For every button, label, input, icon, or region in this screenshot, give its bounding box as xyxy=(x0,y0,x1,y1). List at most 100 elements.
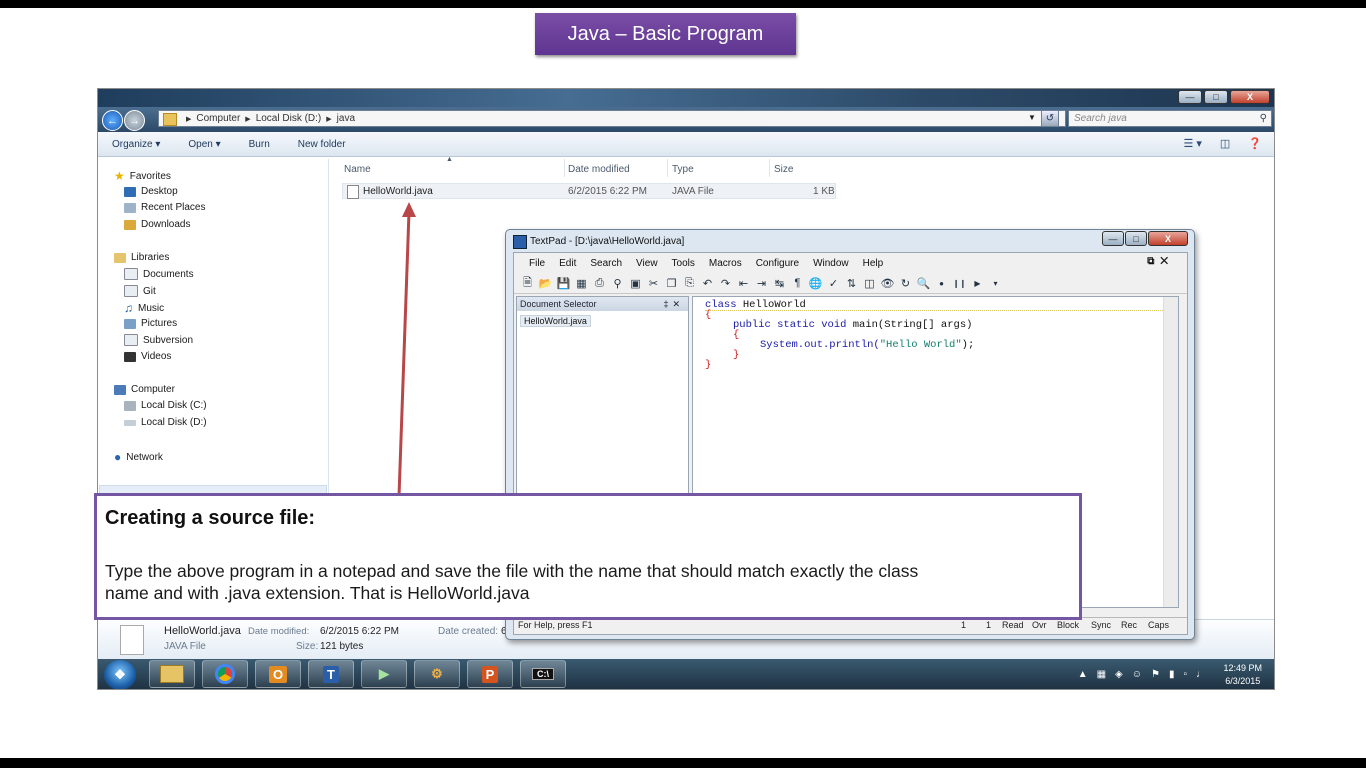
mdi-window-controls[interactable]: ⧉✕ xyxy=(1140,256,1181,267)
find-icon[interactable]: 👁 xyxy=(880,277,895,290)
signal-icon[interactable]: ▫ xyxy=(1183,669,1187,680)
cut-icon[interactable]: ✂ xyxy=(646,277,661,290)
replace-icon[interactable]: ↻ xyxy=(898,277,913,290)
command-prompt-taskbar-icon[interactable]: C:\ xyxy=(520,660,566,688)
minimize-button[interactable]: — xyxy=(1178,90,1202,104)
record-macro-icon[interactable]: ● xyxy=(934,279,949,288)
column-size[interactable]: Size xyxy=(774,164,793,175)
organize-button[interactable]: Organize ▾ xyxy=(98,139,174,150)
nav-network[interactable]: ● Network xyxy=(114,450,163,464)
menu-configure[interactable]: Configure xyxy=(749,258,806,269)
nav-favorites[interactable]: ★ Favorites xyxy=(114,169,171,183)
menu-macros[interactable]: Macros xyxy=(702,258,749,269)
compare-icon[interactable]: ◫ xyxy=(862,277,877,290)
redo-icon[interactable]: ↷ xyxy=(718,277,733,290)
paste-icon[interactable]: ⎘ xyxy=(682,277,697,290)
volume-muted-icon[interactable]: ♩ xyxy=(1196,669,1206,680)
new-folder-button[interactable]: New folder xyxy=(284,139,360,150)
preview-pane-icon[interactable]: ◫ xyxy=(1220,137,1230,150)
settings-taskbar-icon[interactable]: ⚙ xyxy=(414,660,460,688)
open-button[interactable]: Open ▾ xyxy=(174,139,234,150)
start-button[interactable]: ❖ xyxy=(104,660,136,689)
explorer-taskbar-icon[interactable] xyxy=(149,660,195,688)
open-file-icon[interactable]: 📂 xyxy=(538,277,553,290)
menu-help[interactable]: Help xyxy=(856,258,891,269)
chrome-taskbar-icon[interactable] xyxy=(202,660,248,688)
action-center-flag-icon[interactable]: ⚑ xyxy=(1151,669,1160,680)
textpad-minimize-button[interactable]: — xyxy=(1102,231,1124,246)
nav-git[interactable]: Git xyxy=(124,285,156,297)
show-paragraph-icon[interactable]: ¶ xyxy=(790,277,805,289)
database-taskbar-icon[interactable]: ▶ xyxy=(361,660,407,688)
increase-indent-icon[interactable]: ⇥ xyxy=(754,277,769,290)
column-type[interactable]: Type xyxy=(672,164,694,175)
nav-disk-c[interactable]: Local Disk (C:) xyxy=(124,400,207,411)
breadcrumb-computer[interactable]: Computer xyxy=(196,113,240,124)
burn-button[interactable]: Burn xyxy=(235,139,284,150)
find-in-files-icon[interactable]: 🔍 xyxy=(916,277,931,290)
sort-icon[interactable]: ⇅ xyxy=(844,277,859,290)
windows-flag-icon[interactable]: ▦ xyxy=(1097,669,1106,680)
smiley-icon[interactable]: ☺ xyxy=(1132,669,1142,680)
pin-close-icon[interactable]: ‡✕ xyxy=(663,297,684,311)
menu-window[interactable]: Window xyxy=(806,258,856,269)
nav-videos[interactable]: Videos xyxy=(124,351,171,362)
save-icon[interactable]: 💾 xyxy=(556,277,571,290)
nav-desktop[interactable]: Desktop xyxy=(124,186,178,197)
new-file-icon[interactable]: 🗎 xyxy=(520,274,535,293)
maximize-button[interactable]: □ xyxy=(1204,90,1228,104)
nav-pictures[interactable]: Pictures xyxy=(124,318,177,329)
table-row[interactable]: HelloWorld.java 6/2/2015 6:22 PM JAVA Fi… xyxy=(342,183,836,199)
outlook-taskbar-icon[interactable]: O xyxy=(255,660,301,688)
breadcrumb-java[interactable]: java xyxy=(337,113,355,124)
play-macro-icon[interactable]: ▶ xyxy=(970,279,985,288)
spelling-icon[interactable]: ✓ xyxy=(826,277,841,290)
search-input[interactable]: Search java ⚲ xyxy=(1068,110,1272,127)
textpad-close-button[interactable]: X xyxy=(1148,231,1188,246)
menu-search[interactable]: Search xyxy=(583,258,629,269)
nav-libraries[interactable]: Libraries xyxy=(114,252,169,263)
forward-icon[interactable]: → xyxy=(124,110,145,131)
decrease-indent-icon[interactable]: ⇤ xyxy=(736,277,751,290)
textpad-taskbar-icon[interactable]: T xyxy=(308,660,354,688)
menu-tools[interactable]: Tools xyxy=(665,258,702,269)
column-name[interactable]: Name xyxy=(344,164,371,175)
tray-app-icon[interactable]: ◈ xyxy=(1115,669,1123,680)
back-icon[interactable]: ← xyxy=(102,110,123,131)
textpad-maximize-button[interactable]: □ xyxy=(1125,231,1147,246)
menu-edit[interactable]: Edit xyxy=(552,258,583,269)
nav-computer[interactable]: Computer xyxy=(114,384,175,395)
nav-subversion[interactable]: Subversion xyxy=(124,334,193,346)
show-hidden-icons-icon[interactable]: ▲ xyxy=(1078,669,1088,680)
nav-recent-places[interactable]: Recent Places xyxy=(124,202,205,213)
menu-view[interactable]: View xyxy=(629,258,665,269)
print-icon[interactable]: ⎙ xyxy=(592,277,607,290)
toolbar-overflow-icon[interactable]: ▾ xyxy=(988,279,1003,288)
close-button[interactable]: X xyxy=(1230,90,1270,104)
battery-icon[interactable]: ▮ xyxy=(1169,669,1175,680)
undo-icon[interactable]: ↶ xyxy=(700,277,715,290)
refresh-icon[interactable]: ↺ xyxy=(1041,110,1059,127)
nav-disk-d[interactable]: Local Disk (D:) xyxy=(124,417,207,428)
word-wrap-icon[interactable]: ↹ xyxy=(772,277,787,290)
address-bar[interactable]: ▶ Computer ▶ Local Disk (D:) ▶ java xyxy=(158,110,1066,127)
search-icon[interactable]: ⚲ xyxy=(1260,111,1267,126)
copy-icon[interactable]: ❐ xyxy=(664,277,679,290)
document-selector-item[interactable]: HelloWorld.java xyxy=(520,315,591,327)
view-options-icon[interactable]: ☰ ▾ xyxy=(1183,137,1201,150)
save-all-icon[interactable]: ▦ xyxy=(574,277,589,290)
nav-music[interactable]: ♫ Music xyxy=(124,301,164,315)
breadcrumb-disk-d[interactable]: Local Disk (D:) xyxy=(256,113,322,124)
nav-documents[interactable]: Documents xyxy=(124,268,194,280)
column-date-modified[interactable]: Date modified xyxy=(568,164,630,175)
web-browser-icon[interactable]: 🌐 xyxy=(808,277,823,290)
print-preview-icon[interactable]: ⚲ xyxy=(610,277,625,290)
manage-files-icon[interactable]: ▣ xyxy=(628,277,643,290)
vertical-scrollbar[interactable] xyxy=(1163,297,1178,607)
nav-downloads[interactable]: Downloads xyxy=(124,219,190,230)
pause-macro-icon[interactable]: ❙❙ xyxy=(952,279,967,288)
menu-file[interactable]: File xyxy=(522,258,552,269)
powerpoint-taskbar-icon[interactable]: P xyxy=(467,660,513,688)
help-icon[interactable]: ❓ xyxy=(1248,137,1262,150)
clock[interactable]: 12:49 PM 6/3/2015 xyxy=(1223,662,1262,688)
